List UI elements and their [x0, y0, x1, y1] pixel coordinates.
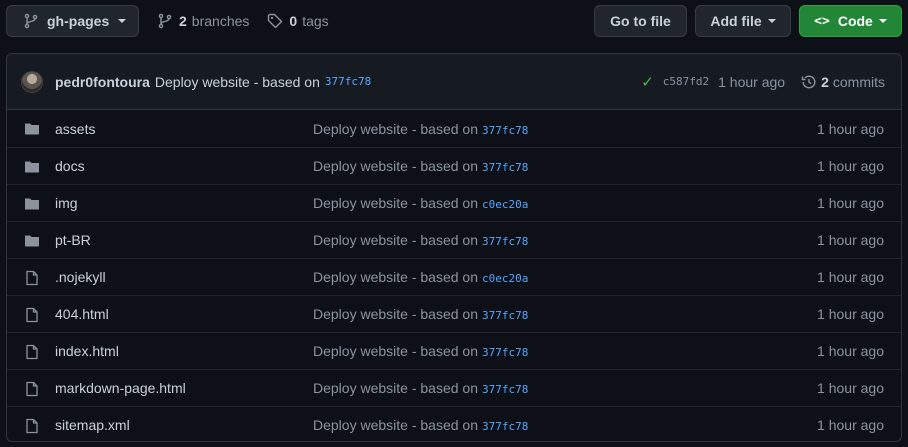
- file-commit-sha[interactable]: 377fc78: [482, 161, 528, 174]
- file-commit-text[interactable]: Deploy website - based on: [313, 121, 478, 137]
- file-row[interactable]: assets Deploy website - based on 377fc78 1 …: [7, 110, 901, 147]
- file-commit-age: 1 hour ago: [817, 343, 884, 359]
- file-commit-message[interactable]: Deploy website - based on 377fc78: [313, 306, 528, 322]
- commit-sha[interactable]: c587fd2: [663, 75, 709, 88]
- file-commit-age: 1 hour ago: [817, 232, 884, 248]
- file-commit-text[interactable]: Deploy website - based on: [313, 269, 478, 285]
- commits-link[interactable]: 2 commits: [801, 74, 885, 90]
- file-list: assets Deploy website - based on 377fc78 1 …: [7, 110, 901, 441]
- file-commit-age: 1 hour ago: [817, 269, 884, 285]
- history-icon: [801, 75, 816, 88]
- repo-toolbar: gh-pages 2 branches 0 tags Go to file Ad…: [6, 5, 902, 37]
- file-row[interactable]: sitemap.xml Deploy website - based on 377f…: [7, 406, 901, 441]
- commit-author[interactable]: pedr0fontoura: [55, 74, 150, 90]
- file-name-link[interactable]: 404.html: [55, 306, 109, 322]
- branches-link[interactable]: 2 branches: [157, 13, 249, 29]
- file-commit-sha[interactable]: 377fc78: [482, 309, 528, 322]
- file-row[interactable]: img Deploy website - based on c0ec20a 1 hou…: [7, 184, 901, 221]
- commit-message[interactable]: Deploy website - based on: [155, 74, 320, 90]
- add-file-label: Add file: [710, 13, 762, 29]
- file-commit-message[interactable]: Deploy website - based on 377fc78: [313, 232, 528, 248]
- file-commit-text[interactable]: Deploy website - based on: [313, 380, 478, 396]
- file-commit-text[interactable]: Deploy website - based on: [313, 417, 478, 433]
- code-button[interactable]: <> Code: [799, 5, 902, 37]
- file-commit-sha[interactable]: c0ec20a: [482, 272, 528, 285]
- file-row[interactable]: markdown-page.html Deploy website - based…: [7, 369, 901, 406]
- commit-message-sha[interactable]: 377fc78: [325, 75, 371, 88]
- file-row[interactable]: 404.html Deploy website - based on 377fc78…: [7, 295, 901, 332]
- file-name-link[interactable]: sitemap.xml: [55, 417, 130, 433]
- code-label: Code: [837, 13, 873, 29]
- file-commit-message[interactable]: Deploy website - based on 377fc78: [313, 343, 528, 359]
- file-name-link[interactable]: markdown-page.html: [55, 380, 186, 396]
- folder-icon: [24, 121, 40, 137]
- file-name-link[interactable]: pt-BR: [55, 232, 91, 248]
- branches-count: 2: [179, 13, 187, 29]
- file-name-link[interactable]: index.html: [55, 343, 119, 359]
- file-commit-sha[interactable]: 377fc78: [482, 346, 528, 359]
- file-row[interactable]: .nojekyll Deploy website - based on c0ec20…: [7, 258, 901, 295]
- tag-icon: [268, 13, 283, 29]
- file-commit-age: 1 hour ago: [817, 195, 884, 211]
- commits-count: 2: [821, 73, 829, 90]
- file-commit-age: 1 hour ago: [817, 380, 884, 396]
- file-commit-sha[interactable]: 377fc78: [482, 420, 528, 433]
- avatar[interactable]: [21, 70, 43, 93]
- git-branch-icon: [24, 13, 38, 29]
- file-row[interactable]: pt-BR Deploy website - based on 377fc78 1 h…: [7, 221, 901, 258]
- file-icon: [24, 344, 40, 360]
- go-to-file-button[interactable]: Go to file: [594, 5, 687, 37]
- chevron-down-icon: [878, 19, 887, 23]
- latest-commit-bar: pedr0fontoura Deploy website - based on …: [7, 54, 901, 110]
- file-name-link[interactable]: docs: [55, 158, 85, 174]
- file-commit-age: 1 hour ago: [817, 120, 884, 137]
- file-commit-message[interactable]: Deploy website - based on 377fc78: [313, 380, 528, 396]
- tags-count: 0: [289, 13, 298, 29]
- folder-icon: [24, 196, 40, 212]
- file-commit-text[interactable]: Deploy website - based on: [313, 158, 478, 174]
- file-commit-message[interactable]: Deploy website - based on c0ec20a: [313, 195, 528, 211]
- commit-time[interactable]: 1 hour ago: [718, 74, 785, 90]
- file-row[interactable]: docs Deploy website - based on 377fc78 1 ho…: [7, 147, 901, 184]
- branch-select-button[interactable]: gh-pages: [6, 5, 139, 37]
- file-icon: [24, 381, 40, 397]
- file-commit-text[interactable]: Deploy website - based on: [313, 306, 478, 322]
- file-commit-age: 1 hour ago: [817, 306, 884, 322]
- file-commit-text[interactable]: Deploy website - based on: [313, 343, 478, 359]
- add-file-button[interactable]: Add file: [695, 5, 791, 37]
- file-icon: [24, 307, 40, 323]
- chevron-down-icon: [118, 19, 127, 23]
- file-commit-sha[interactable]: 377fc78: [482, 383, 528, 396]
- file-browser: pedr0fontoura Deploy website - based on …: [6, 53, 902, 442]
- check-icon[interactable]: ✓: [641, 73, 654, 91]
- file-row[interactable]: index.html Deploy website - based on 377fc…: [7, 332, 901, 369]
- branch-name: gh-pages: [47, 13, 110, 29]
- file-icon: [24, 270, 40, 286]
- file-commit-text[interactable]: Deploy website - based on: [313, 195, 478, 211]
- file-commit-message[interactable]: Deploy website - based on 377fc78: [313, 417, 528, 433]
- code-icon: <>: [814, 13, 830, 29]
- file-icon: [24, 418, 40, 434]
- branches-label: branches: [191, 13, 250, 29]
- folder-icon: [24, 233, 40, 249]
- file-name-link[interactable]: img: [55, 195, 78, 211]
- file-commit-sha[interactable]: c0ec20a: [482, 198, 528, 211]
- git-branch-icon: [158, 13, 172, 29]
- file-commit-sha[interactable]: 377fc78: [482, 124, 528, 137]
- file-commit-age: 1 hour ago: [817, 158, 884, 174]
- file-commit-sha[interactable]: 377fc78: [482, 235, 528, 248]
- chevron-down-icon: [767, 19, 776, 23]
- folder-icon: [24, 159, 40, 175]
- file-commit-message[interactable]: Deploy website - based on 377fc78: [313, 158, 528, 174]
- file-name-link[interactable]: .nojekyll: [55, 269, 106, 285]
- file-commit-message[interactable]: Deploy website - based on 377fc78: [313, 121, 528, 137]
- tags-label: tags: [302, 13, 329, 29]
- file-commit-text[interactable]: Deploy website - based on: [313, 232, 478, 248]
- file-commit-message[interactable]: Deploy website - based on c0ec20a: [313, 269, 528, 285]
- tags-link[interactable]: 0 tags: [267, 13, 329, 29]
- file-commit-age: 1 hour ago: [817, 417, 884, 433]
- file-name-link[interactable]: assets: [55, 121, 95, 137]
- commits-label: commits: [832, 73, 885, 90]
